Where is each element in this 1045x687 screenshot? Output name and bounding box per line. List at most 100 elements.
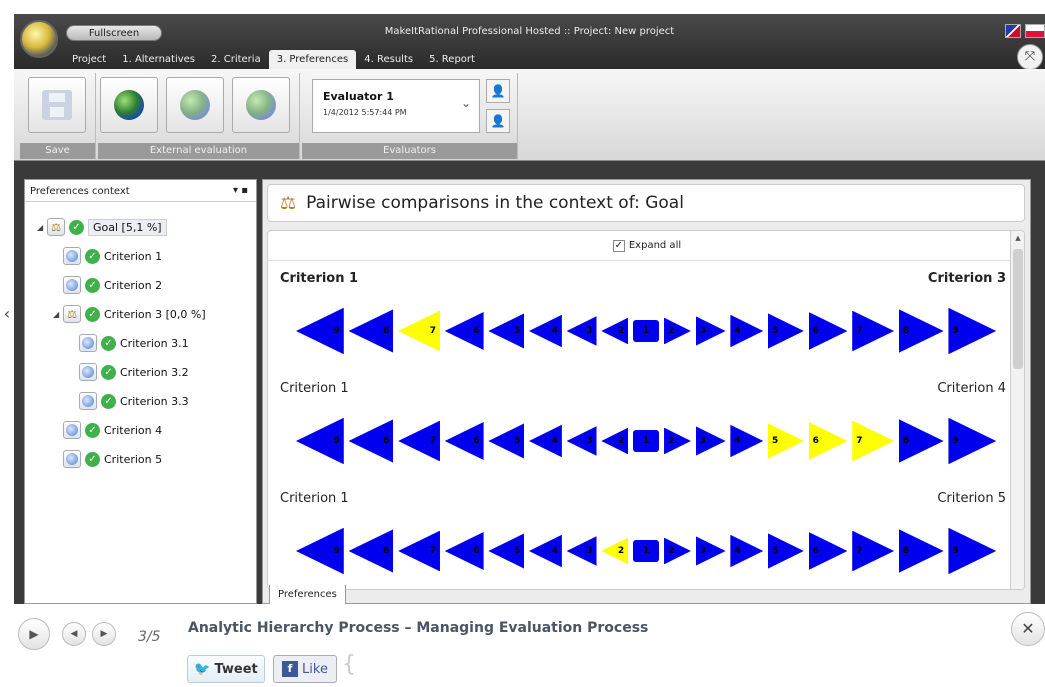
scale-option[interactable]: 7 — [852, 530, 895, 572]
scale-option[interactable]: 2 — [601, 537, 629, 565]
expand-triangle-icon[interactable]: ◢ — [53, 310, 63, 319]
expand-all-checkbox[interactable]: ✓ — [612, 239, 625, 252]
scale-option[interactable]: 1 — [632, 540, 660, 562]
tab-3[interactable]: 3. Preferences — [268, 50, 357, 69]
scroll-thumb[interactable] — [1013, 249, 1023, 369]
tree-item[interactable]: ✓ Criterion 3.1 — [79, 332, 189, 354]
scale-option[interactable]: 8 — [348, 419, 394, 463]
scale-option[interactable]: 4 — [730, 424, 764, 458]
external-evaluation-button-2[interactable] — [166, 77, 224, 133]
scale-option[interactable]: 9 — [948, 527, 997, 575]
tab-2[interactable]: 2. Criteria — [203, 50, 269, 69]
uk-flag-icon[interactable] — [1005, 24, 1021, 38]
scale-option[interactable]: 3 — [695, 536, 726, 566]
scale-option[interactable]: 6 — [808, 422, 848, 460]
scale-option[interactable]: 3 — [566, 536, 597, 566]
scale-option[interactable]: 9 — [296, 417, 344, 465]
vertical-scrollbar[interactable]: ▲ ▼ — [1010, 231, 1024, 589]
scale-option[interactable]: 2 — [664, 317, 691, 345]
next-button[interactable]: ▶ — [92, 622, 116, 646]
scale-option[interactable]: 5 — [488, 423, 525, 459]
evaluator-select[interactable]: Evaluator 1 1/4/2012 5:57:44 PM ⌄ — [312, 79, 480, 133]
tree-item[interactable]: ✓ Criterion 4 — [63, 419, 162, 441]
scale-option[interactable]: 8 — [898, 529, 944, 573]
scale-option[interactable]: 3 — [566, 426, 597, 456]
remove-evaluator-button[interactable]: 👤 — [486, 109, 510, 133]
previous-icon: ◀ — [70, 629, 78, 639]
scale-option[interactable]: 4 — [529, 534, 562, 568]
tree-item[interactable]: ✓ Criterion 1 — [63, 245, 162, 267]
tree-item[interactable]: ✓ Criterion 3.2 — [79, 361, 189, 383]
facebook-like-button[interactable]: f Like — [273, 655, 337, 683]
scale-option[interactable]: 5 — [488, 533, 525, 569]
title-bar: Fullscreen MakeItRational Professional H… — [14, 14, 1045, 70]
scale-option[interactable]: 6 — [444, 312, 484, 350]
scale-option[interactable]: 6 — [444, 422, 484, 460]
scale-option[interactable]: 8 — [348, 309, 394, 353]
scale-option[interactable]: 9 — [296, 307, 344, 355]
external-evaluation-button-1[interactable] — [100, 77, 158, 133]
remove-person-icon: 👤 — [490, 114, 506, 128]
tree-item-label: Criterion 3.2 — [120, 365, 189, 379]
expand-screen-icon[interactable]: ⤧ — [1017, 44, 1043, 70]
scale-option[interactable]: 9 — [948, 307, 997, 355]
save-button[interactable] — [28, 77, 86, 133]
comparisons-panel: ⚖ Pairwise comparisons in the context of… — [262, 179, 1031, 604]
scale-option[interactable]: 5 — [767, 313, 804, 349]
tweet-button[interactable]: 🐦 Tweet — [187, 655, 265, 683]
tree-item[interactable]: ✓ Criterion 2 — [63, 274, 162, 296]
scale-option[interactable]: 5 — [767, 533, 804, 569]
scale-option[interactable]: 2 — [601, 317, 629, 345]
scale-option[interactable]: 5 — [488, 313, 525, 349]
scroll-up-icon[interactable]: ▲ — [1011, 231, 1024, 245]
preferences-tab[interactable]: Preferences — [269, 585, 346, 604]
scale-option[interactable]: 3 — [695, 426, 726, 456]
scale-option[interactable]: 1 — [632, 320, 660, 342]
scale-option[interactable]: 9 — [948, 417, 997, 465]
add-evaluator-button[interactable]: 👤 — [486, 79, 510, 103]
scale-option[interactable]: 5 — [767, 423, 804, 459]
scale-option[interactable]: 4 — [730, 314, 764, 348]
scale-option[interactable]: 4 — [730, 534, 764, 568]
scale-option[interactable]: 3 — [695, 316, 726, 346]
scale-option[interactable]: 1 — [632, 430, 660, 452]
tab-4[interactable]: 4. Results — [356, 50, 421, 69]
tree-item[interactable]: ✓ Criterion 3.3 — [79, 390, 189, 412]
scale-option[interactable]: 2 — [664, 427, 691, 455]
scale-option[interactable]: 4 — [529, 314, 562, 348]
share-count-bubble: { — [342, 652, 356, 677]
scale-option[interactable]: 7 — [398, 310, 440, 352]
previous-arrow-icon[interactable]: ‹ — [0, 300, 14, 328]
close-icon[interactable]: ✕ — [1011, 612, 1045, 646]
play-button[interactable]: ▶ — [18, 618, 50, 650]
scale-option[interactable]: 7 — [852, 420, 895, 462]
scale-option[interactable]: 7 — [852, 310, 895, 352]
scale-option[interactable]: 6 — [808, 532, 848, 570]
comparison-title: Pairwise comparisons in the context of: … — [306, 193, 684, 213]
pin-icon[interactable]: ▾ ▪ — [233, 185, 248, 196]
scale-option[interactable]: 8 — [898, 419, 944, 463]
scale-option[interactable]: 6 — [444, 532, 484, 570]
scale-option[interactable]: 7 — [398, 530, 440, 572]
scale-option[interactable]: 6 — [808, 312, 848, 350]
tree-item-label: Criterion 3.1 — [120, 336, 189, 350]
expand-triangle-icon[interactable]: ◢ — [37, 223, 47, 232]
scale-option[interactable]: 9 — [296, 527, 344, 575]
external-evaluation-button-3[interactable] — [232, 77, 290, 133]
scale-option[interactable]: 2 — [664, 537, 691, 565]
scale-option[interactable]: 3 — [566, 316, 597, 346]
tab-5[interactable]: 5. Report — [421, 50, 483, 69]
twitter-bird-icon: 🐦 — [194, 661, 211, 677]
scale-option[interactable]: 8 — [898, 309, 944, 353]
scale-option[interactable]: 7 — [398, 420, 440, 462]
scale-option[interactable]: 8 — [348, 529, 394, 573]
tab-1[interactable]: 1. Alternatives — [114, 50, 203, 69]
tree-item[interactable]: ✓ Criterion 5 — [63, 448, 162, 470]
previous-button[interactable]: ◀ — [62, 622, 86, 646]
tab-0[interactable]: Project — [64, 50, 114, 69]
scale-option[interactable]: 2 — [601, 427, 629, 455]
tree-item[interactable]: ◢ ⚖ ✓ Goal [5,1 %] — [37, 216, 167, 238]
tree-item[interactable]: ◢ ⚖ ✓ Criterion 3 [0,0 %] — [53, 303, 206, 325]
pl-flag-icon[interactable] — [1025, 24, 1045, 38]
scale-option[interactable]: 4 — [529, 424, 562, 458]
